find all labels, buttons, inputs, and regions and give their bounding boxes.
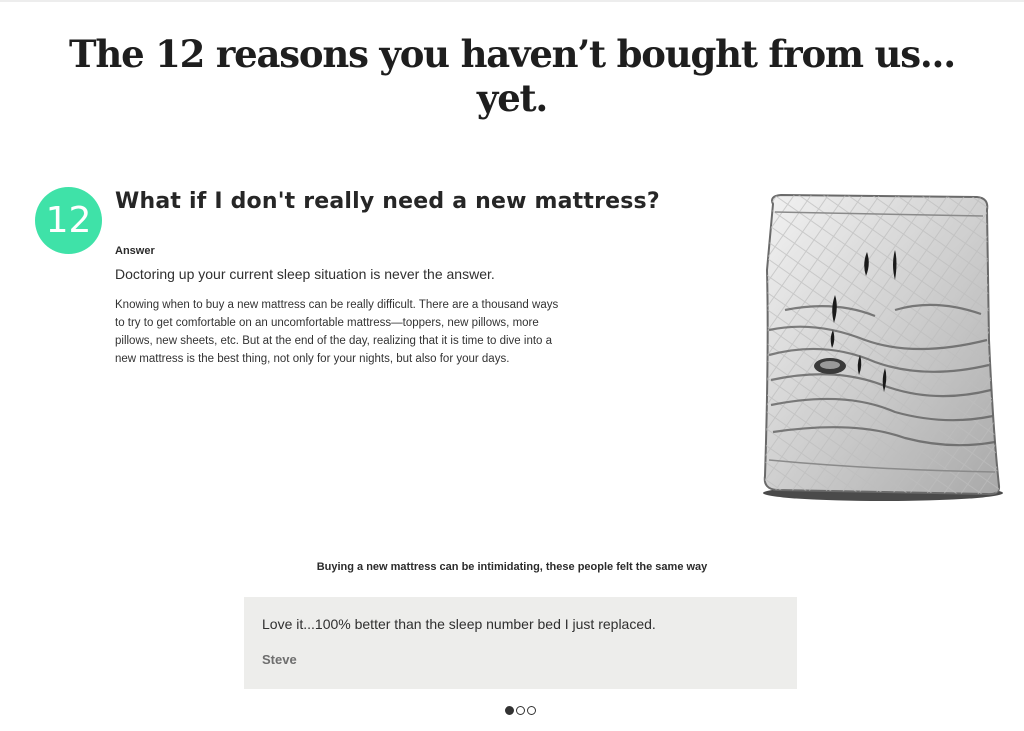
page-title: The 12 reasons you haven’t bought from u… xyxy=(60,32,964,120)
top-divider xyxy=(0,0,1024,2)
review-quote: Love it...100% better than the sleep num… xyxy=(262,616,656,632)
answer-lead: Doctoring up your current sleep situatio… xyxy=(115,266,495,282)
answer-label: Answer xyxy=(115,245,155,257)
carousel-dot-2[interactable] xyxy=(516,706,525,715)
reviews-caption: Buying a new mattress can be intimidatin… xyxy=(316,561,708,573)
answer-body: Knowing when to buy a new mattress can b… xyxy=(115,299,559,365)
question-heading: What if I don't really need a new mattre… xyxy=(115,189,660,214)
review-card: Love it...100% better than the sleep num… xyxy=(244,597,797,689)
reason-number-badge: 12 xyxy=(35,187,102,254)
carousel-dot-3[interactable] xyxy=(527,706,536,715)
page-title-line-1: The 12 reasons you haven’t bought from u… xyxy=(69,32,956,76)
worn-mattress-illustration xyxy=(763,193,1003,501)
page-title-line-2: yet. xyxy=(476,76,548,120)
carousel-pagination xyxy=(505,706,536,715)
carousel-dot-1[interactable] xyxy=(505,706,514,715)
review-author: Steve xyxy=(262,652,297,667)
reason-number: 12 xyxy=(45,200,92,241)
